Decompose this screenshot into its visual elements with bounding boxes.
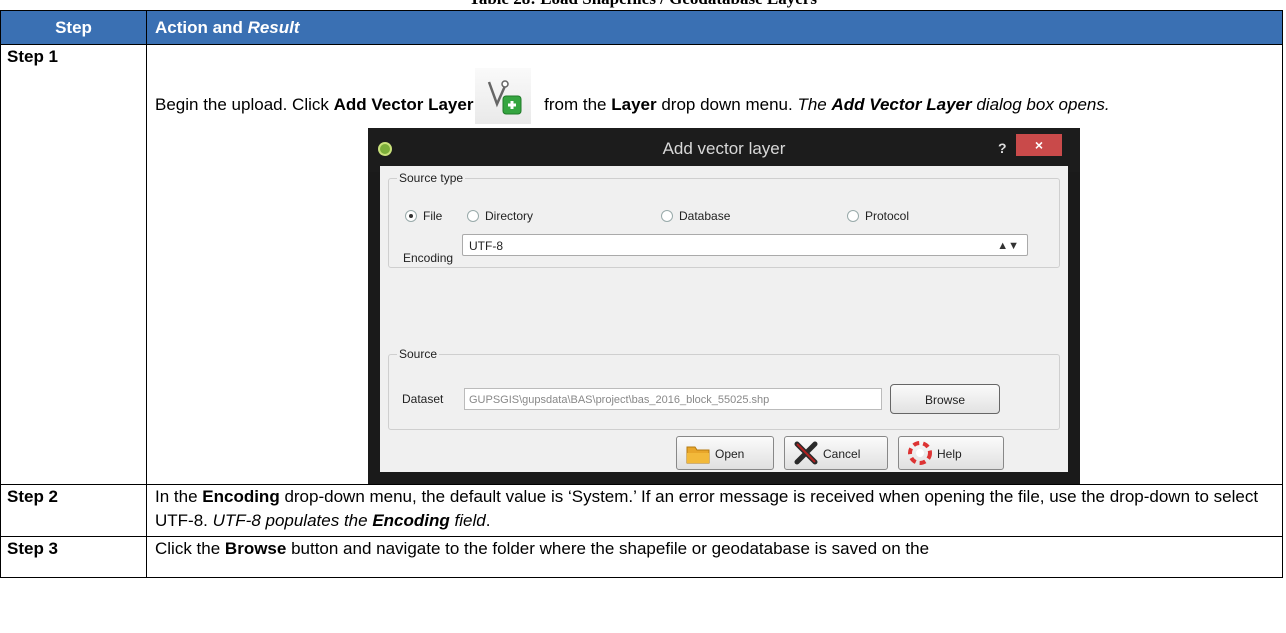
browse-button[interactable]: Browse [890,384,1000,414]
bold-italic-term: Add Vector Layer [831,95,972,114]
step-number: Step 1 [0,44,147,485]
dataset-input[interactable]: GUPSGIS\gupsdata\BAS\project\bas_2016_bl… [464,388,882,410]
table-row: Step 2 In the Encoding drop-down menu, t… [0,484,1283,537]
encoding-label: Encoding [403,251,454,265]
text-segment: from the [539,95,612,114]
encoding-value: UTF-8 [469,239,503,253]
italic-text: The [797,95,832,114]
step-number: Step 3 [0,536,147,578]
text-segment: button and navigate to the folder where … [286,539,930,558]
radio-label: Directory [485,209,534,223]
bold-term: Encoding [202,487,280,506]
italic-text: field [449,511,486,530]
source-legend: Source [397,347,440,361]
text-segment: In the [155,487,203,506]
open-button[interactable]: Open [676,436,774,470]
step-action: Begin the upload. Click Add Vector Layer… [146,44,1283,485]
radio-directory[interactable]: Directory [467,209,533,223]
help-button[interactable]: Help [898,436,1004,470]
bold-term: Browse [224,539,287,558]
chevron-updown-icon: ▲▼ [997,240,1019,252]
bold-term: Layer [611,95,657,114]
radio-dot [467,210,479,222]
close-button[interactable]: × [1016,134,1062,156]
radio-label: File [423,209,443,223]
cancel-label: Cancel [823,447,861,461]
text-segment: Begin the upload. Click [155,95,334,114]
header-action: Action and Result [146,10,1283,45]
dataset-label: Dataset [402,392,444,406]
dialog-title: Add vector layer [662,139,786,158]
text-segment: . [485,511,491,530]
header-step: Step [0,10,147,45]
italic-text: UTF-8 populates the [212,511,373,530]
add-vector-layer-icon [475,68,532,124]
dialog-body: Source type File Directory Database Prot… [380,166,1068,472]
table-header-row: Step Action and Result [0,10,1283,45]
radio-database[interactable]: Database [661,209,730,223]
cancel-button[interactable]: Cancel [784,436,888,470]
encoding-select[interactable]: UTF-8 ▲▼ [462,234,1028,256]
step-action: In the Encoding drop-down menu, the defa… [146,484,1283,537]
radio-file[interactable]: File [405,209,442,223]
open-label: Open [715,447,745,461]
radio-dot-selected [405,210,417,222]
text-segment: drop down menu. [656,95,798,114]
step-number: Step 2 [0,484,147,537]
cancel-x-icon [794,441,818,465]
radio-dot [661,210,673,222]
radio-protocol[interactable]: Protocol [847,209,909,223]
bold-term: Add Vector Layer [333,95,474,114]
help-lifebuoy-icon [908,441,932,465]
step-text: Begin the upload. Click Add Vector Layer… [155,45,1274,124]
folder-icon [686,446,710,464]
header-action-label: Action and [155,17,248,37]
italic-text: dialog box opens. [971,95,1110,114]
step-action: Click the Browse button and navigate to … [146,536,1283,578]
source-type-legend: Source type [397,171,466,185]
radio-dot [847,210,859,222]
radio-label: Protocol [865,209,910,223]
text-segment: Click the [155,539,225,558]
steps-table: Step Action and Result Step 1 Begin the … [0,10,1283,578]
table-row: Step 3 Click the Browse button and navig… [0,536,1283,578]
table-row: Step 1 Begin the upload. Click Add Vecto… [0,44,1283,485]
bold-italic-term: Encoding [372,511,450,530]
header-result-label: Result [247,17,300,37]
help-question-button[interactable]: ? [998,136,1007,160]
help-label: Help [937,447,962,461]
radio-label: Database [679,209,731,223]
add-vector-layer-dialog-screenshot: Add vector layer ? × Source type File Di… [368,128,1080,484]
table-caption: Table 28: Load Shapefiles / Geodatabase … [0,0,1286,9]
